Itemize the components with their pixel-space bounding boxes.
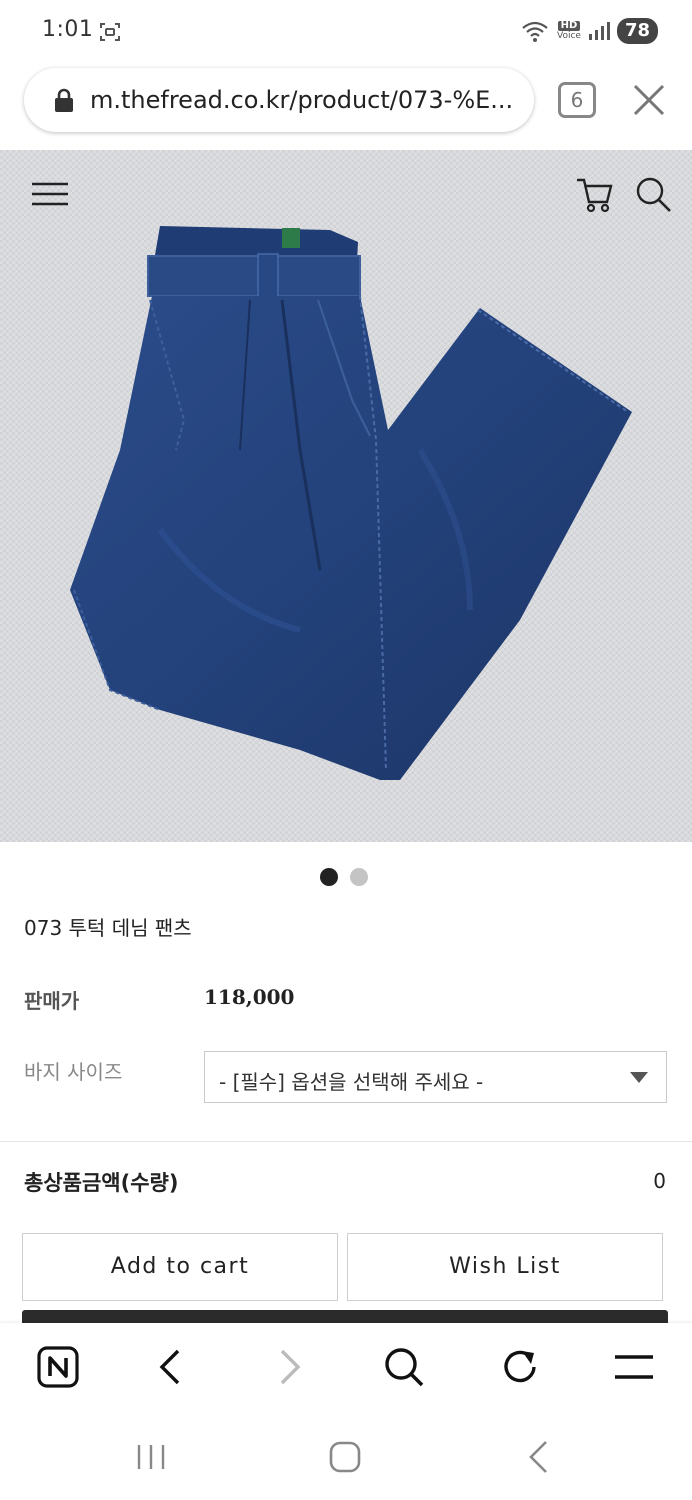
screenshot-icon [100, 23, 120, 41]
wifi-icon [522, 21, 548, 42]
jeans-illustration [0, 150, 692, 842]
url-text: m.thefread.co.kr/product/073-%E... [90, 86, 514, 114]
carousel-dot-active[interactable] [320, 868, 338, 886]
signal-icon [588, 22, 610, 40]
voice-label: Voice [556, 31, 581, 41]
size-option-label: 바지 사이즈 [24, 1060, 123, 1084]
carousel-dots [320, 868, 368, 886]
back-icon[interactable] [519, 1437, 559, 1477]
search-icon[interactable] [633, 174, 673, 214]
total-price-value: 0 [653, 1169, 666, 1193]
add-to-cart-button[interactable]: Add to cart [22, 1233, 338, 1301]
product-name: 073 투턱 데님 팬츠 [24, 916, 192, 940]
price-label: 판매가 [24, 989, 80, 1013]
divider [0, 1141, 692, 1142]
status-bar: 1:01 HD Voice 78 [0, 0, 692, 62]
address-bar[interactable]: m.thefread.co.kr/product/073-%E... [24, 68, 534, 132]
home-icon[interactable] [325, 1437, 365, 1477]
cart-icon[interactable] [575, 174, 615, 214]
hd-badge: HD [557, 21, 581, 31]
product-image[interactable] [0, 150, 692, 842]
forward-icon[interactable] [266, 1345, 310, 1389]
recent-apps-icon[interactable] [131, 1437, 171, 1477]
menu-icon[interactable] [612, 1345, 656, 1389]
search-icon[interactable] [382, 1345, 426, 1389]
close-icon[interactable] [631, 82, 667, 118]
lock-icon [55, 88, 73, 112]
price-value: 118,000 [204, 985, 295, 1009]
status-indicators: HD Voice 78 [521, 18, 658, 44]
browser-toolbar [0, 1323, 692, 1415]
hd-voice-badge: HD Voice [556, 21, 581, 42]
size-select-value: - [필수] 옵션을 선택해 주세요 - [219, 1070, 484, 1094]
total-price-label: 총상품금액(수량) [24, 1171, 179, 1195]
back-icon[interactable] [150, 1345, 194, 1389]
menu-icon[interactable] [30, 180, 70, 208]
wish-list-button[interactable]: Wish List [347, 1233, 663, 1301]
system-nav-bar [0, 1415, 692, 1500]
size-select[interactable]: - [필수] 옵션을 선택해 주세요 - [204, 1051, 667, 1103]
naver-icon[interactable] [36, 1345, 80, 1389]
dropdown-arrow-icon [630, 1072, 648, 1083]
status-time: 1:01 [42, 17, 94, 42]
battery-indicator: 78 [616, 18, 658, 44]
tab-count-button[interactable]: 6 [558, 82, 596, 118]
refresh-icon[interactable] [498, 1345, 542, 1389]
carousel-dot[interactable] [350, 868, 368, 886]
